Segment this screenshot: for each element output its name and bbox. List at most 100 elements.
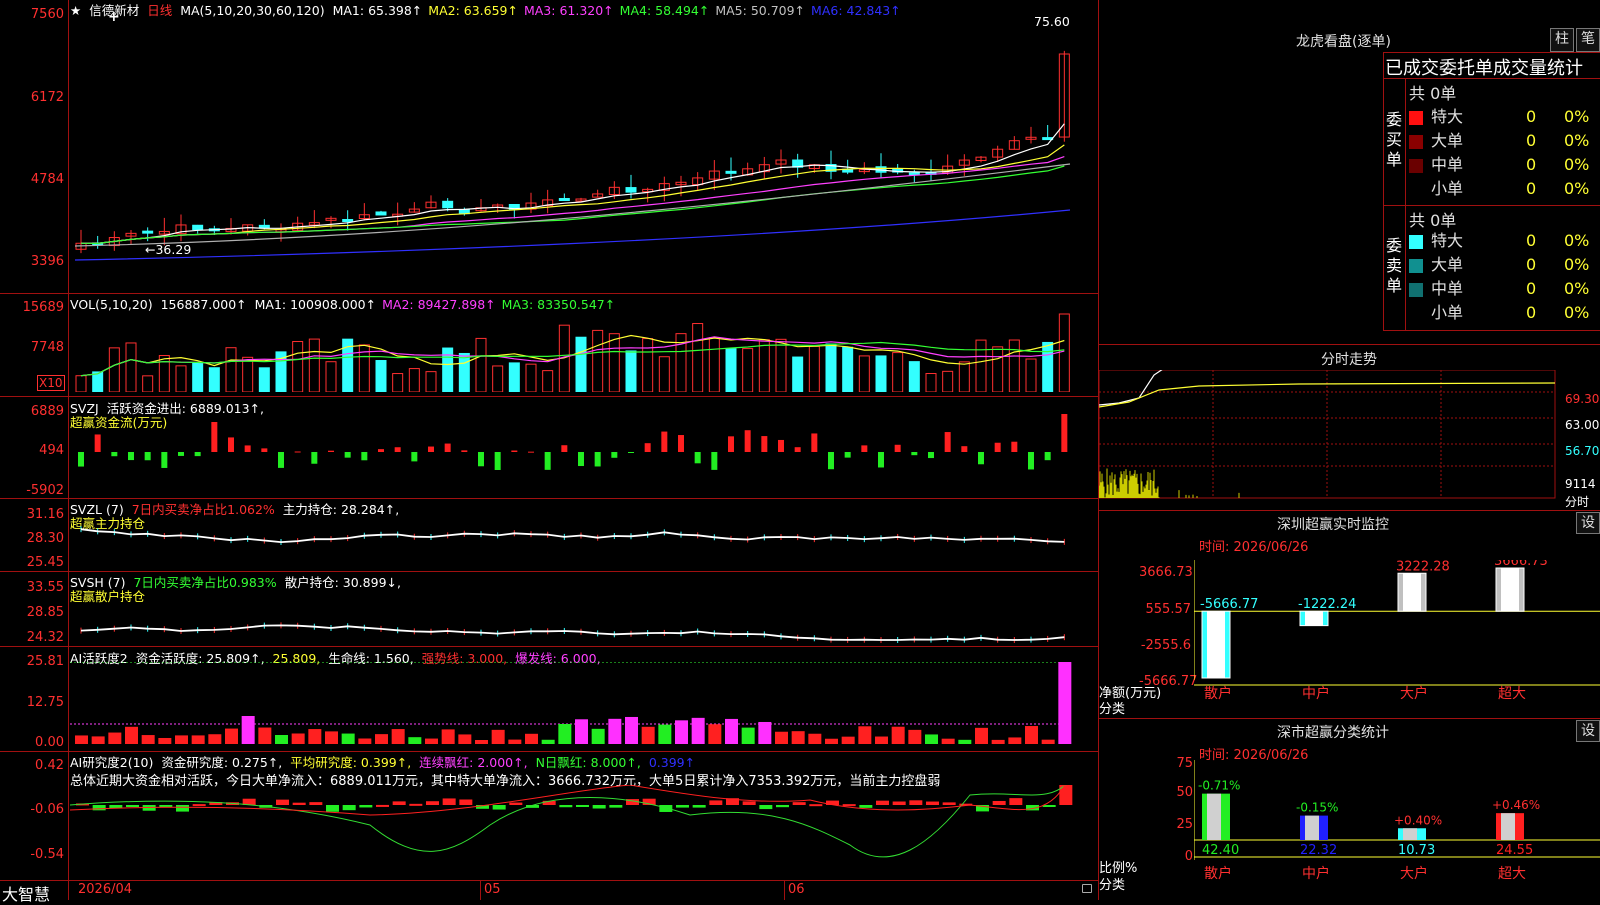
sell-row: 大单 0 0% bbox=[1409, 251, 1589, 275]
ai-research-axis-0: 0.42 bbox=[35, 758, 64, 773]
research-bar bbox=[559, 805, 573, 808]
price-axis-1: 6172 bbox=[30, 90, 64, 105]
volume-bar bbox=[292, 341, 304, 392]
activity-bar bbox=[925, 734, 938, 744]
flow-bar bbox=[628, 452, 634, 453]
ai-active-axis-1: 12.75 bbox=[26, 695, 64, 710]
flow-bar bbox=[694, 452, 701, 464]
research-bar bbox=[809, 804, 823, 807]
volume-bar bbox=[825, 343, 837, 392]
price-axis-3: 3396 bbox=[30, 254, 64, 269]
vol-ma3-value: MA3: 83350.547↑ bbox=[501, 297, 616, 312]
intraday-vol-label: 分时 bbox=[1565, 495, 1590, 509]
flow-bar bbox=[278, 452, 284, 468]
sz-monitor-title: 深圳超赢实时监控 bbox=[1277, 517, 1389, 533]
volume-bar bbox=[725, 348, 737, 392]
flow-bar bbox=[978, 452, 984, 465]
activity-bar bbox=[1058, 662, 1072, 744]
research-line-red bbox=[70, 785, 1066, 816]
flow-bar bbox=[478, 452, 484, 467]
flow-bar bbox=[711, 452, 718, 470]
activity-bar bbox=[491, 729, 505, 744]
activity-bar bbox=[208, 734, 222, 744]
flow-bar bbox=[211, 422, 218, 452]
ai-research-v5: 0.399↑ bbox=[648, 755, 696, 770]
buy-count: 0 bbox=[1526, 107, 1537, 126]
volume-bar bbox=[692, 323, 704, 392]
vol-unit: X10 bbox=[37, 375, 65, 391]
activity-bar bbox=[941, 738, 955, 744]
activity-bar bbox=[75, 735, 88, 744]
volume-bar bbox=[775, 338, 787, 392]
buy-count: 0 bbox=[1526, 155, 1537, 174]
volume-bar bbox=[658, 356, 670, 392]
cls-category-label: 中户 bbox=[1302, 865, 1330, 882]
ai-research-title: AI研究度2(10) bbox=[70, 755, 154, 770]
activity-bar bbox=[441, 729, 455, 744]
cls-category-label: 散户 bbox=[1204, 865, 1232, 882]
activity-bar bbox=[725, 718, 738, 744]
volume-bar bbox=[225, 347, 237, 392]
flow-bar bbox=[994, 442, 1001, 452]
activity-bar bbox=[125, 726, 138, 744]
activity-bar bbox=[641, 726, 655, 744]
sz-class-settings-button[interactable]: 设 bbox=[1576, 720, 1600, 742]
column-view-button[interactable]: 柱 bbox=[1550, 28, 1574, 52]
sell-swatch bbox=[1409, 282, 1423, 297]
activity-bar bbox=[425, 738, 438, 744]
sz-category-label: 超大 bbox=[1498, 686, 1526, 702]
dragon-title: 龙虎看盘(逐单) bbox=[1296, 34, 1391, 50]
flow-bar bbox=[861, 445, 868, 452]
flow-bar bbox=[844, 452, 851, 458]
flow-bar bbox=[144, 452, 151, 461]
volume-chart[interactable] bbox=[70, 312, 1098, 392]
candle bbox=[442, 200, 454, 209]
ai-active-axis-0: 25.81 bbox=[26, 654, 64, 669]
svsh-axis-1: 28.85 bbox=[26, 605, 64, 620]
buy-pct: 0% bbox=[1564, 107, 1590, 126]
sz-class-chart[interactable]: -0.71% 42.40 散户 -0.15% 22.32 中户 +0.40% 10.73 大户 +… bbox=[1194, 760, 1600, 900]
flow-bar bbox=[494, 452, 501, 470]
candlestick-chart[interactable] bbox=[70, 14, 1098, 276]
lock-icon[interactable] bbox=[1082, 884, 1092, 893]
fund-flow-chart[interactable] bbox=[70, 412, 1098, 496]
activity-bar bbox=[758, 721, 772, 744]
sell-pct: 0% bbox=[1564, 231, 1590, 250]
flow-bar bbox=[678, 435, 684, 452]
buy-pct: 0% bbox=[1564, 155, 1590, 174]
sz-bar-label: 3666.73 bbox=[1494, 560, 1548, 569]
chart-area[interactable]: ★ 信德新材 日线 MA(5,10,20,30,60,120) MA1: 65.… bbox=[0, 0, 1099, 904]
activity-bar bbox=[541, 739, 555, 744]
buy-row: 小单 0 0% bbox=[1409, 175, 1589, 199]
research-chart[interactable] bbox=[70, 785, 1098, 880]
flow-bar bbox=[444, 443, 451, 452]
sz-monitor-chart[interactable]: -5666.77 散户 -1222.24 中户 3222.28 大户 3666.73 超大 bbox=[1194, 560, 1600, 710]
brand-label[interactable]: 大智慧 bbox=[2, 881, 50, 905]
flow-bar bbox=[194, 452, 201, 457]
candle bbox=[192, 224, 204, 231]
flow-bar bbox=[811, 433, 818, 452]
flow-bar bbox=[1011, 441, 1018, 452]
flow-bar bbox=[944, 432, 951, 452]
ai-research-v1: 资金研究度: 0.275↑, bbox=[161, 755, 283, 770]
retail-holding-chart[interactable] bbox=[70, 585, 1098, 645]
intraday-chart[interactable] bbox=[1099, 370, 1564, 510]
research-bar bbox=[492, 805, 506, 810]
flow-bar bbox=[461, 450, 468, 452]
svzj-axis-2: -5902 bbox=[26, 483, 64, 498]
activity-bar bbox=[341, 733, 355, 744]
cls-change-label: -0.15% bbox=[1296, 801, 1338, 815]
svsh-axis-2: 24.32 bbox=[26, 630, 64, 645]
cls-bar-highlight bbox=[1305, 815, 1319, 840]
flow-bar bbox=[1028, 452, 1034, 470]
activity-chart[interactable] bbox=[70, 662, 1098, 750]
cls-value-label: 22.32 bbox=[1300, 843, 1337, 858]
main-holding-chart[interactable] bbox=[70, 510, 1098, 570]
flow-bar bbox=[178, 452, 184, 456]
vol-axis-0: 15689 bbox=[22, 300, 64, 315]
sz-monitor-settings-button[interactable]: 设 bbox=[1576, 512, 1600, 534]
tick-view-button[interactable]: 笔 bbox=[1576, 28, 1600, 52]
vol-value: 156887.000↑ bbox=[160, 297, 247, 312]
buy-name: 特大 bbox=[1431, 107, 1464, 126]
research-bar bbox=[659, 805, 673, 812]
